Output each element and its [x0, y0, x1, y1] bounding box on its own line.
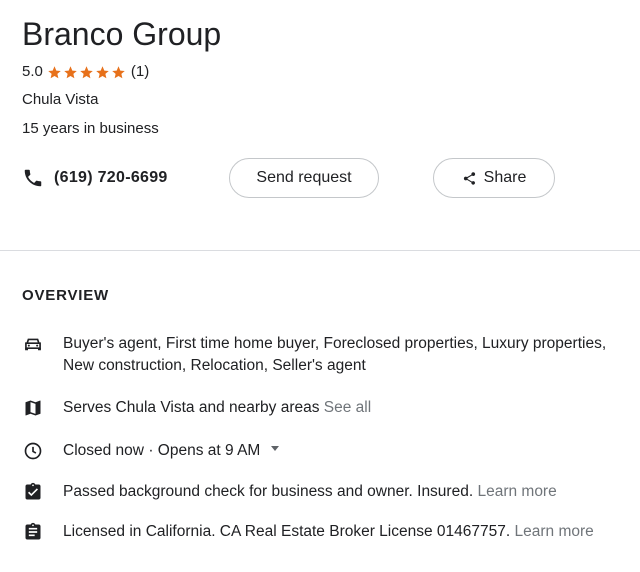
years-in-business: 15 years in business	[22, 120, 159, 137]
clock-icon	[22, 440, 44, 462]
service-area-text: Serves Chula Vista and nearby areas	[63, 399, 320, 416]
star-icon	[96, 65, 109, 78]
hours-status: Closed now	[63, 442, 144, 459]
clipboard-icon	[22, 521, 44, 543]
service-area-row: Serves Chula Vista and nearby areas See …	[22, 397, 623, 419]
star-icon	[112, 65, 125, 78]
business-header: Branco Group 5.0 (1) Chula Vista 15 year…	[0, 0, 640, 200]
rating-row[interactable]: 5.0 (1)	[22, 62, 618, 82]
see-all-link[interactable]: See all	[324, 399, 371, 416]
overview-heading: OVERVIEW	[22, 287, 109, 304]
business-location: Chula Vista	[22, 91, 99, 108]
star-icon	[64, 65, 77, 78]
chevron-down-icon[interactable]	[270, 446, 279, 452]
share-icon	[463, 171, 475, 185]
business-name: Branco Group	[22, 16, 222, 52]
services-row: Buyer's agent, First time home buyer, Fo…	[22, 333, 623, 377]
section-divider	[0, 250, 640, 251]
license-text: Licensed in California. CA Real Estate B…	[63, 523, 511, 540]
action-bar: (619) 720-6699 Send request Share	[22, 156, 618, 200]
license-learn-more-link[interactable]: Learn more	[515, 523, 594, 540]
hours-row[interactable]: Closed now · Opens at 9 AM	[22, 440, 623, 462]
map-icon	[22, 397, 44, 419]
license-row: Licensed in California. CA Real Estate B…	[22, 521, 623, 543]
phone-number: (619) 720-6699	[54, 169, 168, 186]
share-button[interactable]: Share	[433, 158, 555, 198]
overview-section: OVERVIEW Buyer's agent, First time home …	[22, 287, 622, 540]
star-icon	[80, 65, 93, 78]
hours-next-open: Opens at 9 AM	[157, 442, 261, 459]
services-text: Buyer's agent, First time home buyer, Fo…	[63, 335, 607, 374]
phone-icon	[24, 169, 42, 187]
hours-separator: ·	[148, 442, 154, 459]
car-icon	[22, 333, 44, 355]
clipboard-check-icon	[22, 481, 44, 503]
send-request-button[interactable]: Send request	[229, 158, 379, 198]
share-label: Share	[483, 169, 527, 186]
rating-value: 5.0	[22, 63, 43, 80]
phone-link[interactable]: (619) 720-6699	[22, 167, 229, 189]
rating-stars	[47, 65, 127, 80]
background-check-learn-more-link[interactable]: Learn more	[477, 483, 556, 500]
background-check-text: Passed background check for business and…	[63, 483, 474, 500]
background-check-row: Passed background check for business and…	[22, 481, 623, 503]
star-icon	[48, 65, 61, 78]
review-count-link[interactable]: (1)	[131, 62, 149, 82]
